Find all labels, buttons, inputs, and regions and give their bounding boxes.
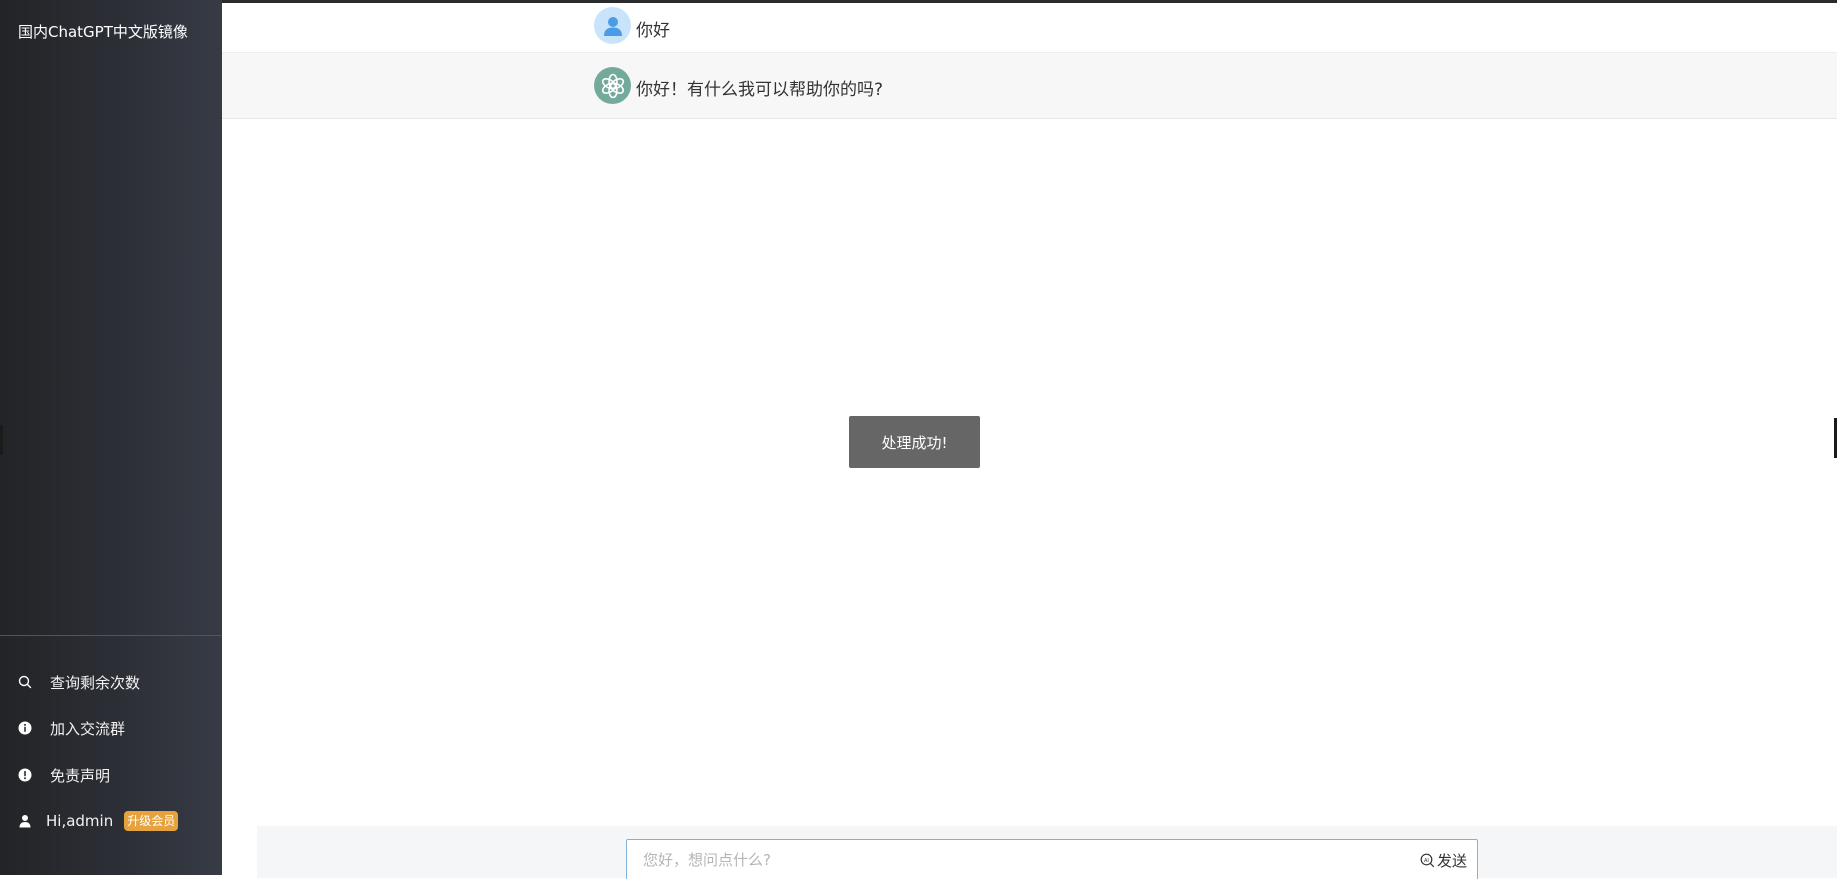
sidebar-item-label: 加入交流群 [50, 719, 126, 738]
message-input[interactable] [641, 848, 1405, 872]
composer-bar: AI 发送 [257, 826, 1837, 879]
sidebar-item-label: 免责声明 [50, 766, 111, 785]
sidebar: 国内ChatGPT中文版镜像 查询剩余次数 加入交流群 免责声明 Hi,admi… [0, 0, 222, 875]
sidebar-item-label: 查询剩余次数 [50, 673, 141, 692]
sidebar-divider [0, 635, 222, 636]
warning-circle-icon [18, 768, 32, 782]
message-text: 你好 [636, 21, 670, 41]
success-toast: 处理成功! [849, 416, 980, 468]
upgrade-badge[interactable]: 升级会员 [124, 811, 179, 831]
assistant-message-row: 你好！有什么我可以帮助你的吗? [222, 53, 1837, 119]
sidebar-item-user[interactable]: Hi,admin 升级会员 [18, 807, 218, 835]
chat-main: 你好 你好！有什么我可以帮助你的吗? 处理成功! AI [222, 3, 1837, 879]
send-button[interactable]: AI 发送 [1420, 850, 1467, 871]
sidebar-item-disclaimer[interactable]: 免责声明 [18, 761, 218, 789]
search-icon [18, 675, 32, 689]
chatgpt-logo-icon [594, 67, 631, 104]
info-circle-icon [18, 721, 32, 735]
ai-search-icon: AI [1420, 853, 1435, 868]
sidebar-item-join-group[interactable]: 加入交流群 [18, 714, 218, 742]
sidebar-item-query-remaining[interactable]: 查询剩余次数 [18, 668, 218, 696]
user-message-row: 你好 [222, 3, 1837, 53]
send-label: 发送 [1436, 852, 1467, 870]
sidebar-collapse-handle[interactable] [0, 425, 3, 455]
app-title: 国内ChatGPT中文版镜像 [18, 23, 188, 41]
user-greeting: Hi,admin [46, 812, 114, 830]
svg-text:AI: AI [1424, 858, 1429, 864]
message-text: 你好！有什么我可以帮助你的吗? [636, 80, 884, 100]
composer-input-wrapper: AI 发送 [626, 839, 1478, 879]
user-icon [18, 814, 32, 828]
user-avatar-icon [594, 7, 631, 44]
